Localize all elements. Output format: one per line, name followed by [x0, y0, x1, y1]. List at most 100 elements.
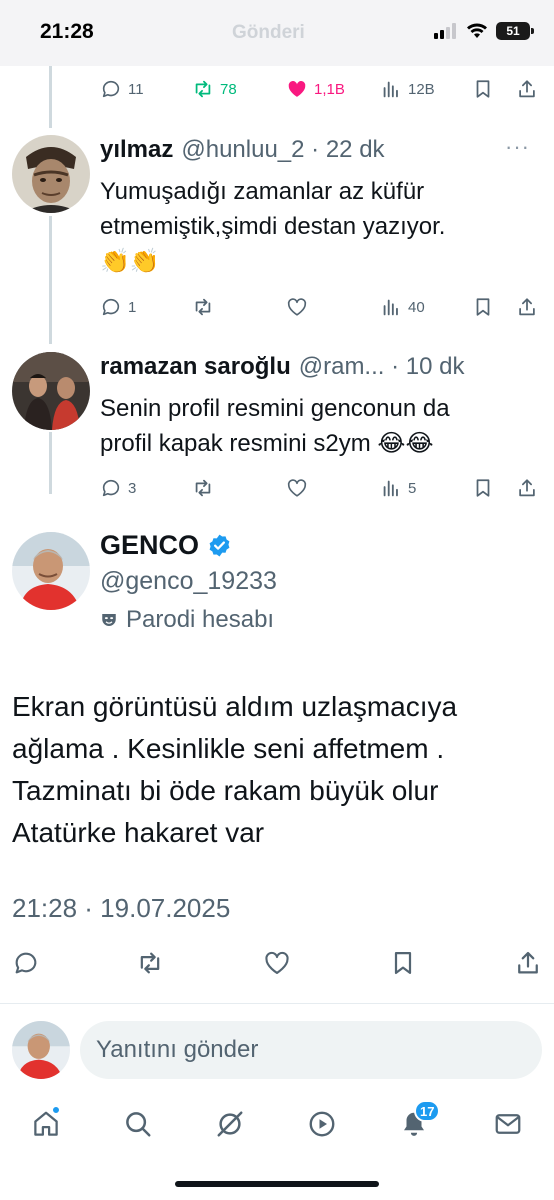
repost-icon [195, 479, 211, 497]
main-tweet-text: Ekran görüntüsü aldım uzlaşmacıya ağlama… [12, 686, 542, 854]
nav-messages[interactable] [488, 1104, 528, 1144]
bottom-navigation: 17 [0, 1096, 554, 1156]
composer-placeholder: Yanıtını gönder [96, 1036, 259, 1063]
share-action[interactable] [516, 473, 538, 503]
share-button[interactable] [514, 949, 542, 977]
reply-header: yılmaz @hunluu_2 · 22 dk [100, 136, 385, 164]
reply-count: 3 [128, 479, 137, 497]
nav-video[interactable] [302, 1104, 342, 1144]
repost-icon [140, 952, 160, 974]
divider [0, 1003, 554, 1004]
reply-author-name[interactable]: yılmaz [100, 136, 173, 164]
thread-line [49, 66, 52, 128]
verified-badge-icon [209, 534, 230, 557]
views-action[interactable]: 40 [380, 292, 425, 322]
status-icons: 51 [434, 22, 534, 40]
reply-button[interactable] [12, 949, 40, 977]
repost-action[interactable] [192, 473, 214, 503]
avatar-photo [12, 352, 90, 430]
share-action[interactable] [516, 292, 538, 322]
repost-icon [195, 298, 211, 316]
views-count: 12B [408, 80, 435, 98]
bookmark-action[interactable] [472, 473, 494, 503]
video-icon [309, 1111, 335, 1137]
reply-text-line: profil kapak resmini s2ym 😂😂 [100, 430, 434, 457]
avatar[interactable] [12, 532, 90, 610]
repost-button[interactable] [136, 949, 164, 977]
avatar-photo [12, 135, 90, 213]
heart-icon [265, 951, 289, 974]
cellular-signal-icon [434, 23, 456, 39]
notifications-badge: 17 [414, 1100, 441, 1122]
tweet-text-line: Atatürke hakaret var [12, 817, 265, 848]
repost-action[interactable] [192, 292, 214, 322]
share-icon [518, 951, 538, 974]
battery-indicator: 51 [496, 22, 534, 40]
reply-text-line: Senin profil resmini genconun da [100, 395, 450, 422]
bookmark-action[interactable] [472, 74, 494, 104]
like-count: 1,1B [314, 80, 345, 98]
like-action[interactable] [286, 473, 308, 503]
more-options-icon[interactable]: ··· [505, 134, 530, 160]
nav-grok[interactable] [210, 1104, 250, 1144]
share-action[interactable] [516, 74, 538, 104]
tweet-text-line: Ekran görüntüsü aldım uzlaşmacıya [12, 691, 458, 722]
like-button[interactable] [263, 949, 291, 977]
author-name-text: GENCO [100, 530, 200, 560]
avatar[interactable] [12, 352, 90, 430]
nav-notifications[interactable]: 17 [394, 1100, 441, 1144]
tweet-text-line: ağlama . Kesinlikle seni affetmem . [12, 733, 445, 764]
reply-author-name[interactable]: ramazan saroğlu [100, 353, 291, 381]
main-tweet-actions [12, 949, 542, 981]
bookmark-icon [476, 80, 490, 98]
home-indicator [175, 1181, 379, 1187]
reply-text: Yumuşadığı zamanlar az küfür etmemiştik,… [100, 174, 530, 279]
reply-icon [15, 952, 37, 974]
views-icon [383, 299, 398, 316]
nav-search[interactable] [118, 1104, 158, 1144]
composer-avatar[interactable] [12, 1021, 70, 1079]
heart-icon [287, 298, 307, 316]
reply-action[interactable]: 1 [100, 292, 136, 322]
tweet-timestamp[interactable]: 21:28 · 19.07.2025 [12, 893, 230, 924]
views-icon [383, 480, 398, 497]
home-unread-dot [52, 1106, 60, 1114]
reply-actions: 3 5 [100, 473, 546, 503]
bookmark-action[interactable] [472, 292, 494, 322]
nav-home[interactable] [26, 1104, 66, 1144]
like-action[interactable] [286, 292, 308, 322]
parody-label: Parodi hesabı [100, 606, 274, 634]
reply-action[interactable]: 3 [100, 473, 136, 503]
views-count: 40 [408, 298, 425, 316]
share-icon [519, 80, 535, 98]
avatar[interactable] [12, 135, 90, 213]
like-action[interactable]: 1,1B [286, 74, 345, 104]
reply-text: Senin profil resmini genconun da profil … [100, 391, 530, 461]
share-icon [519, 298, 535, 316]
tweet-text-line: Tazminatı bi öde rakam büyük olur [12, 775, 439, 806]
battery-level: 51 [506, 24, 520, 38]
repost-action[interactable]: 78 [192, 74, 237, 104]
status-bar: 21:28 Gönderi 51 [0, 0, 554, 66]
reply-count: 1 [128, 298, 137, 316]
main-author-name[interactable]: GENCO [100, 530, 232, 561]
repost-icon [195, 80, 211, 98]
reply-actions: 1 40 [100, 292, 546, 322]
views-icon [383, 81, 398, 98]
reply-icon [102, 479, 120, 497]
grok-icon [217, 1111, 243, 1137]
reply-header: ramazan saroğlu @ram... · 10 dk [100, 353, 464, 381]
views-action[interactable]: 5 [380, 473, 416, 503]
reply-action[interactable]: 11 [100, 74, 144, 104]
main-author-handle[interactable]: @genco_19233 [100, 567, 277, 596]
views-count: 5 [408, 479, 417, 497]
avatar-photo [12, 532, 90, 610]
views-action[interactable]: 12B [380, 74, 435, 104]
bookmark-button[interactable] [389, 949, 417, 977]
reply-count: 11 [128, 80, 144, 98]
reply-emoji: 👏👏 [100, 248, 160, 275]
heart-filled-icon [288, 81, 306, 97]
mail-icon [495, 1114, 521, 1134]
share-icon [519, 479, 535, 497]
reply-composer-input[interactable]: Yanıtını gönder [80, 1021, 542, 1079]
